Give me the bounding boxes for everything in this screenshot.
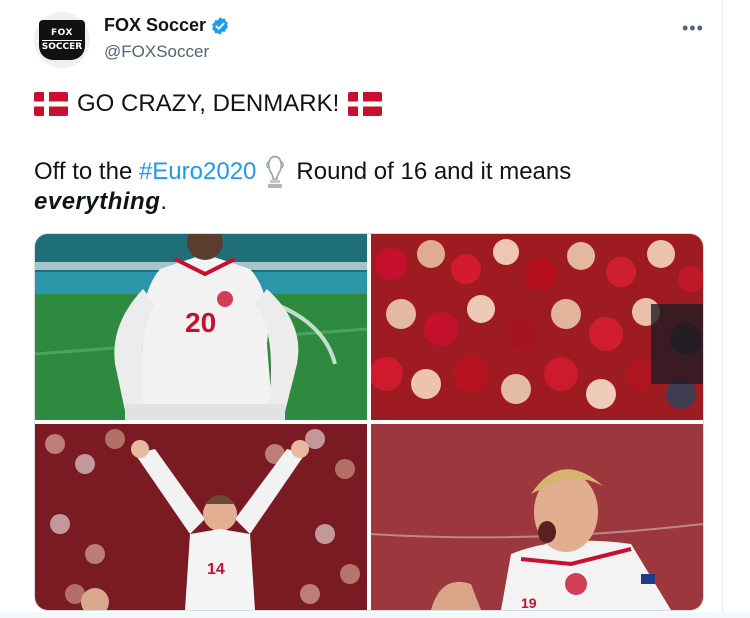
tweet-text-line-1: GO CRAZY, DENMARK! (34, 90, 383, 118)
denmark-flag-icon (348, 92, 383, 116)
more-options-icon[interactable]: ••• (682, 18, 704, 39)
logo-text-bottom: SOCCER (41, 39, 83, 52)
media-grid: 20 14 19 (34, 233, 704, 611)
tweet-text-suffix: Round of 16 and it means (296, 158, 572, 185)
media-photo-player-14[interactable]: 14 (35, 424, 367, 610)
jersey-number: 14 (207, 561, 225, 578)
media-photo-player-20[interactable]: 20 (35, 234, 367, 420)
media-photo-fans[interactable] (371, 234, 703, 420)
hashtag-link[interactable]: #Euro2020 (139, 158, 256, 186)
author-name-row[interactable]: FOX Soccer (104, 15, 230, 36)
jersey-number: 19 (521, 595, 537, 610)
display-name[interactable]: FOX Soccer (104, 15, 206, 36)
avatar[interactable]: FOX SOCCER (34, 12, 90, 68)
logo-text-top: FOX (51, 27, 73, 38)
user-handle[interactable]: @FOXSoccer (104, 42, 209, 62)
tweet-text-line-3: everything. (34, 188, 167, 216)
headline-text: GO CRAZY, DENMARK! (77, 90, 340, 117)
bottom-divider (0, 612, 750, 618)
tweet-card: FOX SOCCER FOX Soccer @FOXSoccer ••• GO … (0, 0, 723, 618)
tweet-text-line-2: Off to the #Euro2020 Round of 16 and it … (34, 155, 571, 189)
media-photo-player-19[interactable]: 19 (371, 424, 703, 610)
period-text: . (160, 188, 168, 215)
emphasis-text: everything (34, 188, 161, 215)
trophy-icon (266, 155, 285, 188)
jersey-number: 20 (185, 307, 216, 338)
tweet-text-prefix: Off to the (34, 158, 139, 185)
verified-badge-icon (212, 16, 228, 35)
fox-soccer-logo: FOX SOCCER (39, 20, 85, 60)
denmark-flag-icon (34, 92, 68, 116)
